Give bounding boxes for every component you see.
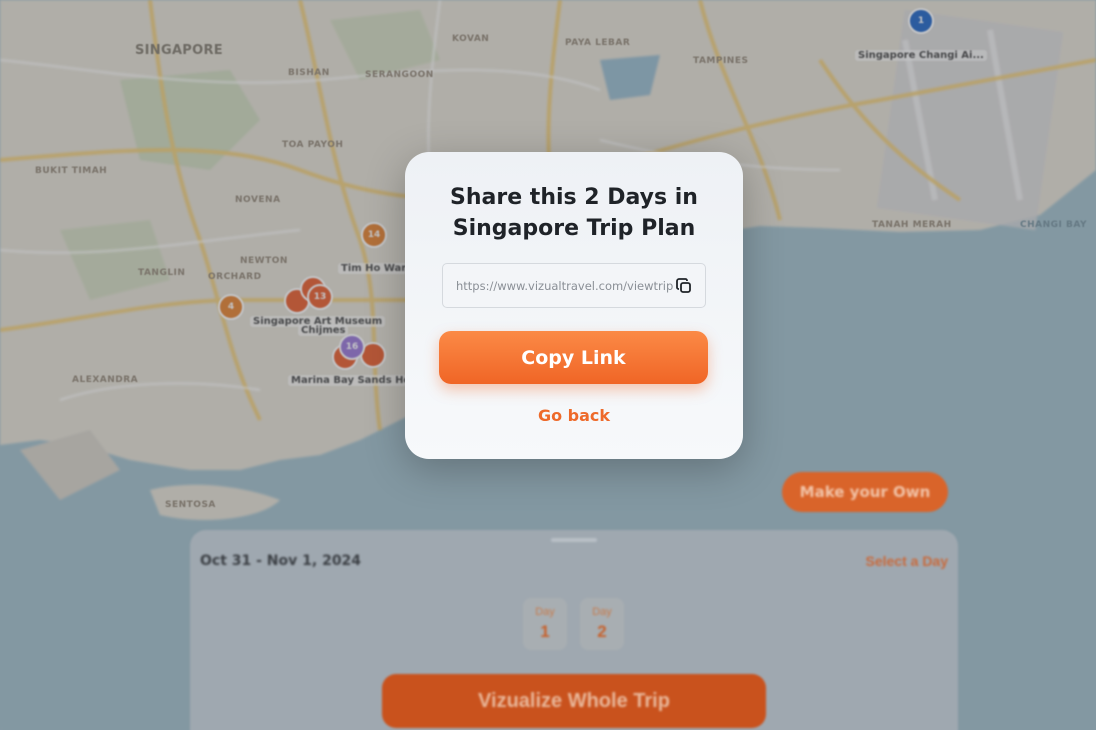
copy-link-button[interactable]: Copy Link bbox=[439, 331, 708, 384]
share-modal: Share this 2 Days in Singapore Trip Plan… bbox=[405, 152, 743, 459]
drag-handle[interactable] bbox=[551, 538, 597, 542]
trip-dates: Oct 31 - Nov 1, 2024 bbox=[200, 553, 362, 569]
modal-title: Share this 2 Days in Singapore Trip Plan bbox=[425, 182, 723, 244]
day-chip-2[interactable]: Day 2 bbox=[580, 598, 624, 650]
share-link-text[interactable]: https://www.vizualtravel.com/viewtrip bbox=[456, 279, 676, 293]
vizualize-whole-trip-button[interactable]: Vizualize Whole Trip bbox=[382, 674, 766, 728]
select-day-button[interactable]: Select a Day bbox=[866, 553, 949, 569]
modal-title-line: Singapore Trip Plan bbox=[452, 216, 696, 241]
modal-title-line: Share this 2 Days in bbox=[450, 185, 698, 210]
share-link-field[interactable]: https://www.vizualtravel.com/viewtrip bbox=[442, 263, 706, 308]
copy-icon[interactable] bbox=[675, 277, 693, 295]
trip-panel: Oct 31 - Nov 1, 2024 Select a Day Day 1 … bbox=[190, 530, 958, 730]
day-number: 1 bbox=[540, 622, 550, 641]
day-chip-1[interactable]: Day 1 bbox=[523, 598, 567, 650]
make-your-own-button[interactable]: Make your Own bbox=[782, 472, 948, 512]
day-word: Day bbox=[535, 606, 555, 618]
day-number: 2 bbox=[597, 622, 607, 641]
go-back-link[interactable]: Go back bbox=[405, 406, 743, 425]
day-word: Day bbox=[592, 606, 612, 618]
